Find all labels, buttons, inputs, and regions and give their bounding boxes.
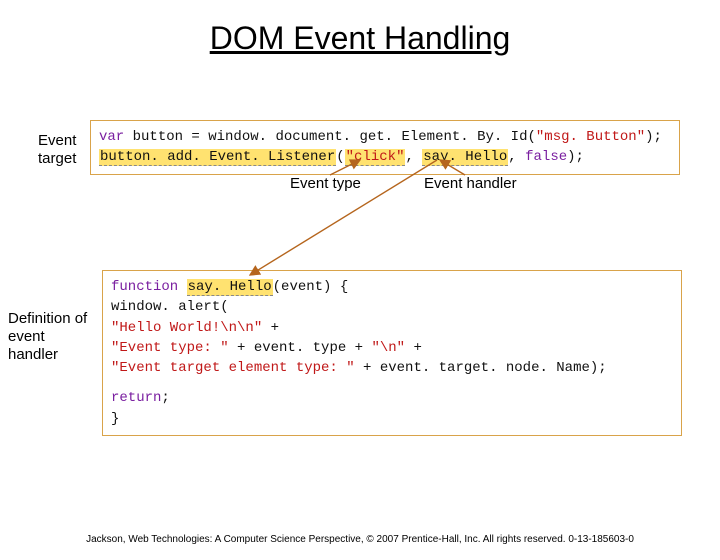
code-text: button = window. document. get. Element.…: [124, 129, 536, 145]
code-text: ;: [161, 390, 169, 406]
code-text: + event. target. node. Name);: [355, 360, 607, 376]
code-text: (event) {: [273, 279, 349, 295]
code-text: (: [336, 149, 344, 165]
code-text: +: [405, 340, 422, 356]
code-keyword: var: [99, 129, 124, 145]
code-text: +: [262, 320, 279, 336]
page-title: DOM Event Handling: [0, 20, 720, 57]
highlight-function-name: say. Hello: [187, 279, 273, 296]
code-string: "Event target element type: ": [111, 360, 355, 376]
highlight-event-handler: say. Hello: [422, 149, 508, 166]
code-text: );: [645, 129, 662, 145]
code-text: );: [567, 149, 584, 165]
code-text: window. alert(: [111, 299, 229, 315]
code-string: "\n": [371, 340, 405, 356]
label-event-handler: Event handler: [424, 175, 517, 193]
code-text: ,: [405, 149, 422, 165]
code-string: "Event type: ": [111, 340, 229, 356]
code-text: [178, 279, 186, 295]
label-definition-handler: Definition of event handler: [8, 310, 93, 364]
code-block-listener: var button = window. document. get. Elem…: [90, 120, 680, 175]
code-text: + event. type +: [229, 340, 372, 356]
code-keyword: return: [111, 390, 161, 406]
code-block-function: function say. Hello(event) { window. ale…: [102, 270, 682, 436]
label-event-type: Event type: [290, 175, 361, 193]
code-string: "msg. Button": [536, 129, 645, 145]
code-text: ,: [508, 149, 525, 165]
label-event-target: Event target: [38, 132, 88, 168]
code-string: "Hello World!\n\n": [111, 320, 262, 336]
code-keyword: function: [111, 279, 178, 295]
code-keyword: false: [525, 149, 567, 165]
code-text: }: [111, 411, 119, 427]
highlight-event-type: "click": [345, 149, 406, 166]
highlight-event-target: button. add. Event. Listener: [99, 149, 336, 166]
